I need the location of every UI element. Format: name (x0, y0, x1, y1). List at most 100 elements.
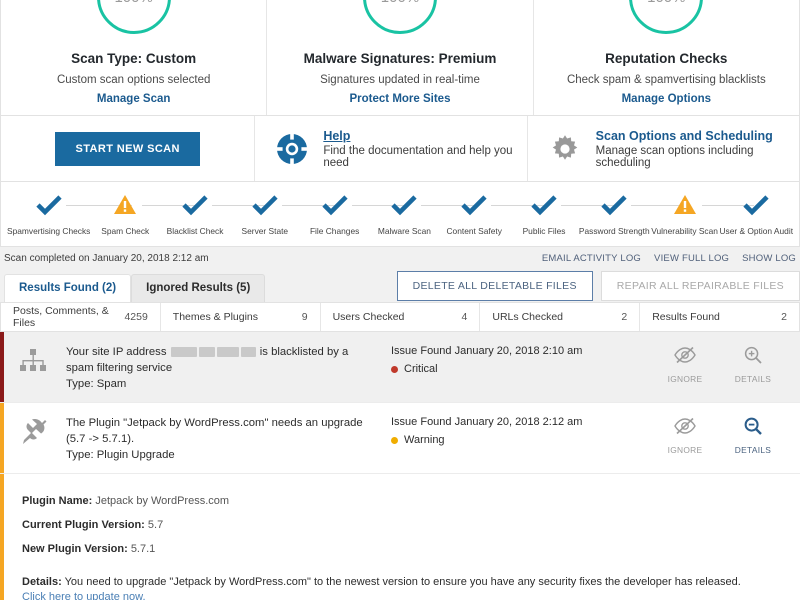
ignore-label: IGNORE (662, 374, 708, 384)
table-row: The Plugin "Jetpack by WordPress.com" ne… (0, 403, 800, 474)
stat-value: 2 (621, 311, 627, 323)
show-log-link[interactable]: SHOW LOG (742, 253, 796, 264)
scan-options-title-link[interactable]: Scan Options and Scheduling (596, 129, 799, 143)
stat-posts-comments-files: Posts, Comments, & Files 4259 (1, 303, 160, 331)
help-title-link[interactable]: Help (323, 129, 526, 143)
scan-completed-text: Scan completed on January 20, 2018 2:12 … (4, 253, 209, 264)
stat-value: 9 (302, 311, 308, 323)
tab-ignored-results[interactable]: Ignored Results (5) (131, 274, 265, 303)
warning-triangle-icon (650, 192, 720, 218)
stat-urls-checked: URLs Checked 2 (479, 303, 639, 331)
stat-value: 2 (781, 311, 787, 323)
stat-label: URLs Checked (492, 311, 563, 323)
redacted-ip-block (241, 347, 256, 357)
manage-options-link[interactable]: Manage Options (622, 93, 711, 105)
redacted-ip-block (171, 347, 197, 357)
result-type: Type: Plugin Upgrade (66, 449, 366, 461)
gear-icon (546, 130, 584, 168)
gauge-value: 100% (114, 0, 152, 6)
details-button[interactable]: DETAILS (730, 346, 776, 384)
step-label: Public Files (509, 226, 579, 236)
table-row: Your site IP address is blacklisted by a… (0, 332, 800, 403)
manage-scan-link[interactable]: Manage Scan (97, 93, 171, 105)
check-icon (509, 192, 579, 218)
check-icon (719, 192, 793, 218)
detail-value: 5.7 (148, 519, 163, 531)
detail-value: You need to upgrade "Jetpack by WordPres… (65, 576, 741, 588)
summary-card-malware-signatures: 100% Malware Signatures: Premium Signatu… (266, 0, 532, 115)
update-now-link[interactable]: Click here to update now. (22, 591, 146, 600)
view-full-log-link[interactable]: VIEW FULL LOG (654, 253, 729, 264)
ignore-button[interactable]: IGNORE (662, 346, 708, 384)
severity-dot-icon (391, 366, 398, 373)
stat-label: Users Checked (333, 311, 405, 323)
card-title: Malware Signatures: Premium (304, 51, 497, 66)
step-file-changes: File Changes (300, 192, 370, 236)
severity-label: Critical (404, 363, 438, 375)
redacted-ip-block (217, 347, 239, 357)
scan-status-bar: Scan completed on January 20, 2018 2:12 … (0, 247, 800, 269)
check-icon (579, 192, 650, 218)
result-description-cell: The Plugin "Jetpack by WordPress.com" ne… (66, 415, 366, 461)
detail-description: Details: You need to upgrade "Jetpack by… (22, 575, 800, 600)
detail-label: Plugin Name: (22, 495, 92, 507)
step-label: Server State (230, 226, 300, 236)
stat-results-found: Results Found 2 (639, 303, 799, 331)
detail-current-version: Current Plugin Version: 5.7 (22, 518, 800, 533)
stat-value: 4 (462, 311, 468, 323)
plug-icon (0, 415, 66, 445)
result-meta: Issue Found January 20, 2018 2:12 am War… (366, 415, 662, 446)
step-label: User & Option Audit (719, 226, 793, 236)
step-label: Malware Scan (370, 226, 440, 236)
step-label: Content Safety (439, 226, 509, 236)
start-new-scan-button[interactable]: START NEW SCAN (55, 132, 199, 166)
issue-found-date: Issue Found January 20, 2018 2:10 am (391, 345, 662, 357)
sitemap-icon (0, 344, 66, 374)
check-icon (230, 192, 300, 218)
life-ring-icon (273, 130, 311, 168)
step-label: File Changes (300, 226, 370, 236)
tab-results-found[interactable]: Results Found (2) (4, 274, 131, 303)
result-description: Your site IP address is blacklisted by a… (66, 344, 366, 376)
scan-options-text: Scan Options and Scheduling Manage scan … (596, 129, 799, 169)
step-spam-check: Spam Check (90, 192, 160, 236)
protect-more-sites-link[interactable]: Protect More Sites (350, 93, 451, 105)
result-meta: Issue Found January 20, 2018 2:10 am Cri… (366, 344, 662, 375)
details-button[interactable]: DETAILS (730, 417, 776, 455)
check-icon (160, 192, 230, 218)
help-subtitle: Find the documentation and help you need (323, 145, 526, 169)
result-actions: IGNORE DETAILS (662, 344, 800, 384)
detail-plugin-name: Plugin Name: Jetpack by WordPress.com (22, 494, 800, 509)
results-tabs: Results Found (2) Ignored Results (5) DE… (0, 269, 800, 302)
scan-options-subtitle: Manage scan options including scheduling (596, 145, 799, 169)
gauge-reputation-checks: 100% (629, 0, 703, 34)
card-title: Reputation Checks (605, 51, 727, 66)
gauge-value: 100% (381, 0, 419, 6)
scan-options-cell[interactable]: Scan Options and Scheduling Manage scan … (527, 116, 799, 181)
step-blacklist-check: Blacklist Check (160, 192, 230, 236)
step-password-strength: Password Strength (579, 192, 650, 236)
severity-dot-icon (391, 437, 398, 444)
check-icon (300, 192, 370, 218)
step-vulnerability-scan: Vulnerability Scan (650, 192, 720, 236)
card-subtitle: Custom scan options selected (57, 74, 210, 86)
details-label: DETAILS (730, 374, 776, 384)
step-spamvertising-checks: Spamvertising Checks (7, 192, 90, 236)
status-badge: Warning (391, 434, 662, 446)
scan-results-page: 100% Scan Type: Custom Custom scan optio… (0, 0, 800, 600)
card-subtitle: Signatures updated in real-time (320, 74, 480, 86)
stat-label: Themes & Plugins (173, 311, 258, 323)
help-cell[interactable]: Help Find the documentation and help you… (254, 116, 526, 181)
ignore-button[interactable]: IGNORE (662, 417, 708, 455)
email-activity-log-link[interactable]: EMAIL ACTIVITY LOG (542, 253, 641, 264)
bulk-actions: DELETE ALL DELETABLE FILES REPAIR ALL RE… (397, 271, 800, 303)
detail-label: Details: (22, 576, 62, 588)
check-icon (370, 192, 440, 218)
issue-found-date: Issue Found January 20, 2018 2:12 am (391, 416, 662, 428)
stat-label: Posts, Comments, & Files (13, 305, 124, 329)
result-actions: IGNORE DETAILS (662, 415, 800, 455)
severity-strip-critical (0, 332, 4, 402)
result-description: The Plugin "Jetpack by WordPress.com" ne… (66, 415, 366, 447)
delete-all-deletable-files-button[interactable]: DELETE ALL DELETABLE FILES (397, 271, 593, 302)
step-label: Spamvertising Checks (7, 226, 90, 236)
